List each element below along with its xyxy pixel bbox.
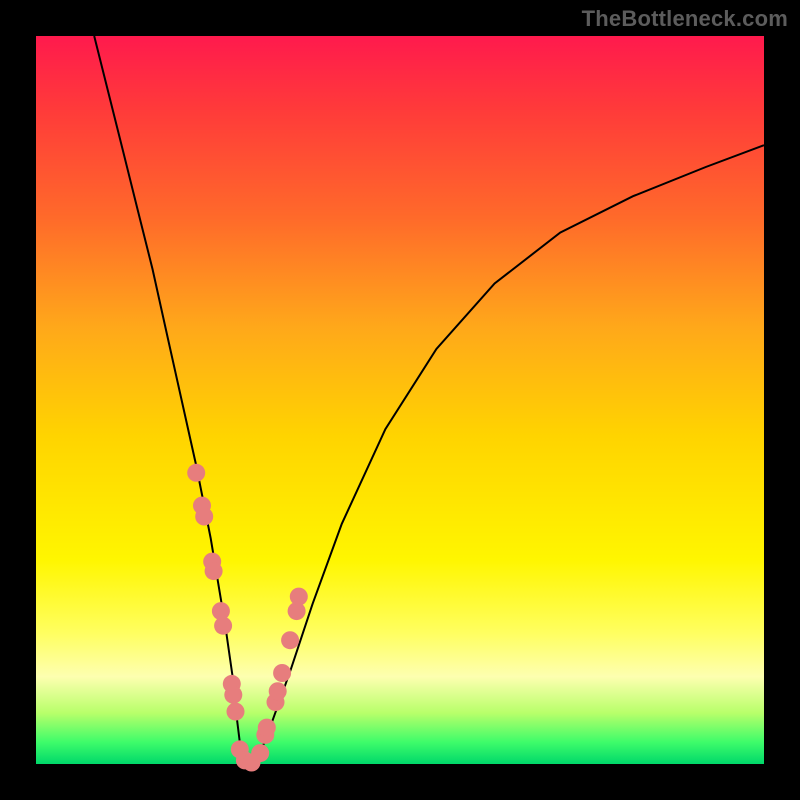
highlight-dot [205, 562, 223, 580]
highlight-dot [281, 631, 299, 649]
plot-area [36, 36, 764, 764]
highlight-dots-group [187, 464, 308, 772]
highlight-dot [258, 719, 276, 737]
highlight-dot [195, 508, 213, 526]
highlight-dot [269, 682, 287, 700]
chart-svg [36, 36, 764, 764]
highlight-dot [224, 686, 242, 704]
bottleneck-curve [94, 36, 764, 764]
highlight-dot [214, 617, 232, 635]
highlight-dot [187, 464, 205, 482]
highlight-dot [273, 664, 291, 682]
chart-frame: TheBottleneck.com [0, 0, 800, 800]
watermark-text: TheBottleneck.com [582, 6, 788, 32]
highlight-dot [290, 588, 308, 606]
highlight-dot [227, 703, 245, 721]
highlight-dot [251, 744, 269, 762]
